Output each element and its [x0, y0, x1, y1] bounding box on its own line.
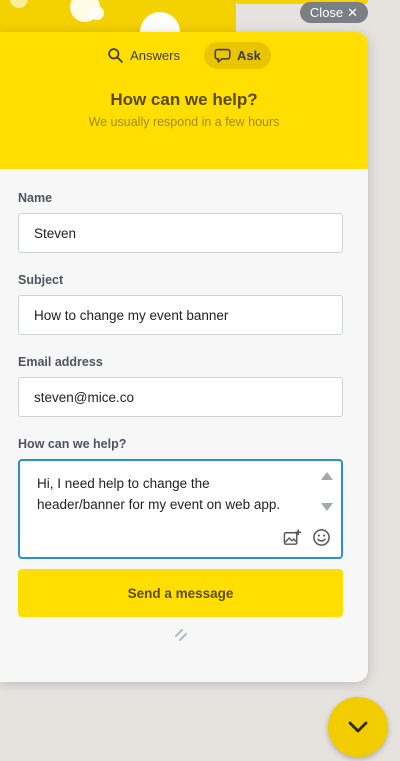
subject-value: How to change my event banner	[34, 307, 229, 323]
scroll-up-arrow-icon[interactable]	[321, 472, 333, 480]
email-label: Email address	[18, 355, 103, 369]
message-value: Hi, I need help to change the header/ban…	[37, 476, 281, 512]
name-field[interactable]: Steven	[18, 213, 343, 253]
textarea-tools	[283, 528, 331, 547]
help-widget: Answers Ask How can we help? We usually …	[0, 32, 368, 682]
tab-answers[interactable]: Answers	[97, 42, 190, 69]
add-image-icon[interactable]	[283, 528, 302, 547]
widget-subtitle: We usually respond in a few hours	[88, 115, 280, 129]
tab-ask[interactable]: Ask	[204, 42, 271, 69]
widget-title: How can we help?	[110, 90, 258, 109]
close-button[interactable]: Close ✕	[300, 2, 368, 23]
email-field[interactable]: steven@mice.co	[18, 377, 343, 417]
subject-field[interactable]: How to change my event banner	[18, 295, 343, 335]
close-icon: ✕	[347, 4, 359, 20]
scroll-down-arrow-icon[interactable]	[321, 503, 333, 511]
name-label: Name	[18, 191, 53, 205]
email-value: steven@mice.co	[34, 389, 134, 405]
name-value: Steven	[34, 225, 77, 241]
widget-launcher-button[interactable]	[328, 697, 388, 757]
widget-header: Answers Ask How can we help? We usually …	[0, 32, 368, 169]
tab-answers-label: Answers	[130, 48, 180, 63]
helpscout-logo-icon	[174, 628, 188, 642]
message-label: How can we help?	[18, 437, 127, 451]
chat-bubble-icon	[214, 48, 231, 63]
subject-label: Subject	[18, 273, 64, 287]
tab-ask-label: Ask	[237, 48, 261, 63]
chevron-down-icon	[348, 721, 368, 733]
emoji-icon[interactable]	[312, 528, 331, 547]
close-label: Close	[309, 5, 344, 20]
search-icon	[108, 48, 123, 63]
send-message-button[interactable]: Send a message	[18, 569, 343, 617]
contact-form: Name Steven Subject How to change my eve…	[0, 169, 368, 617]
message-textarea[interactable]: Hi, I need help to change the header/ban…	[18, 459, 343, 559]
widget-tabs: Answers Ask	[0, 42, 368, 69]
